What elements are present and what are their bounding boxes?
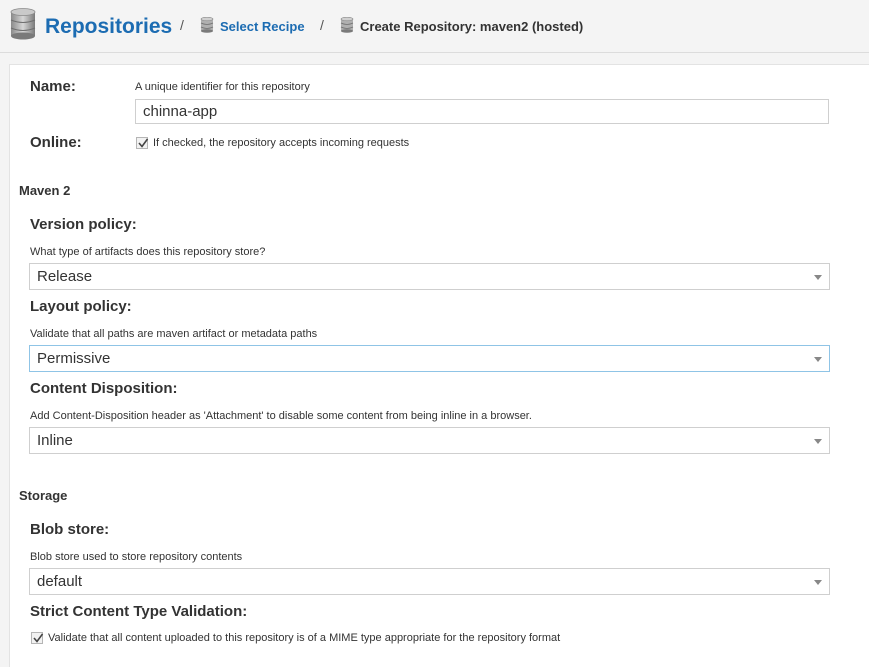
content-disposition-help: Add Content-Disposition header as 'Attac… xyxy=(30,410,532,422)
checkmark-icon xyxy=(33,633,44,643)
version-policy-select[interactable]: Release xyxy=(29,263,830,290)
content-disposition-select[interactable]: Inline xyxy=(29,427,830,454)
online-help: If checked, the repository accepts incom… xyxy=(153,137,410,149)
strict-validation-checkbox[interactable] xyxy=(31,632,44,644)
version-policy-label: Version policy: xyxy=(30,216,137,233)
chevron-down-icon[interactable] xyxy=(814,580,822,585)
content-disposition-label: Content Disposition: xyxy=(30,380,178,397)
layout-policy-select[interactable]: Permissive xyxy=(29,345,830,372)
version-policy-value: Release xyxy=(37,268,93,285)
chevron-down-icon[interactable] xyxy=(814,439,822,444)
select-recipe-link[interactable]: Select Recipe xyxy=(220,19,305,34)
chevron-down-icon[interactable] xyxy=(814,275,822,280)
breadcrumb-current: Create Repository: maven2 (hosted) xyxy=(340,16,584,36)
breadcrumb-separator: / xyxy=(180,17,184,33)
version-policy-help: What type of artifacts does this reposit… xyxy=(30,246,266,258)
strict-validation-label: Strict Content Type Validation: xyxy=(30,603,248,620)
database-icon xyxy=(10,8,36,45)
layout-policy-value: Permissive xyxy=(37,350,111,367)
online-checkbox[interactable] xyxy=(136,137,149,149)
blob-store-value: default xyxy=(37,573,83,590)
current-page-title: Create Repository: maven2 (hosted) xyxy=(360,19,584,34)
storage-section-title: Storage xyxy=(19,488,68,503)
maven-section-title: Maven 2 xyxy=(19,183,71,198)
online-label: Online: xyxy=(30,134,82,151)
blob-store-help: Blob store used to store repository cont… xyxy=(30,551,243,563)
strict-validation-help: Validate that all content uploaded to th… xyxy=(48,632,561,644)
breadcrumb-separator: / xyxy=(320,17,324,33)
database-icon xyxy=(200,16,214,36)
chevron-down-icon[interactable] xyxy=(814,357,822,362)
checkmark-icon xyxy=(138,138,149,148)
database-icon xyxy=(340,16,354,36)
breadcrumb-bar: Repositories / Select Recipe / Create Re… xyxy=(0,0,869,53)
repositories-title[interactable]: Repositories xyxy=(45,15,172,39)
name-label: Name: xyxy=(30,78,76,95)
blob-store-select[interactable]: default xyxy=(29,568,830,595)
create-repository-form: Name: A unique identifier for this repos… xyxy=(9,64,869,667)
blob-store-label: Blob store: xyxy=(30,521,110,538)
breadcrumb-root[interactable]: Repositories xyxy=(10,8,172,45)
layout-policy-label: Layout policy: xyxy=(30,298,132,315)
name-help: A unique identifier for this repository xyxy=(135,81,310,93)
layout-policy-help: Validate that all paths are maven artifa… xyxy=(30,328,318,340)
name-input[interactable] xyxy=(135,99,829,124)
content-disposition-value: Inline xyxy=(37,432,73,449)
breadcrumb-select-recipe[interactable]: Select Recipe xyxy=(200,16,305,36)
